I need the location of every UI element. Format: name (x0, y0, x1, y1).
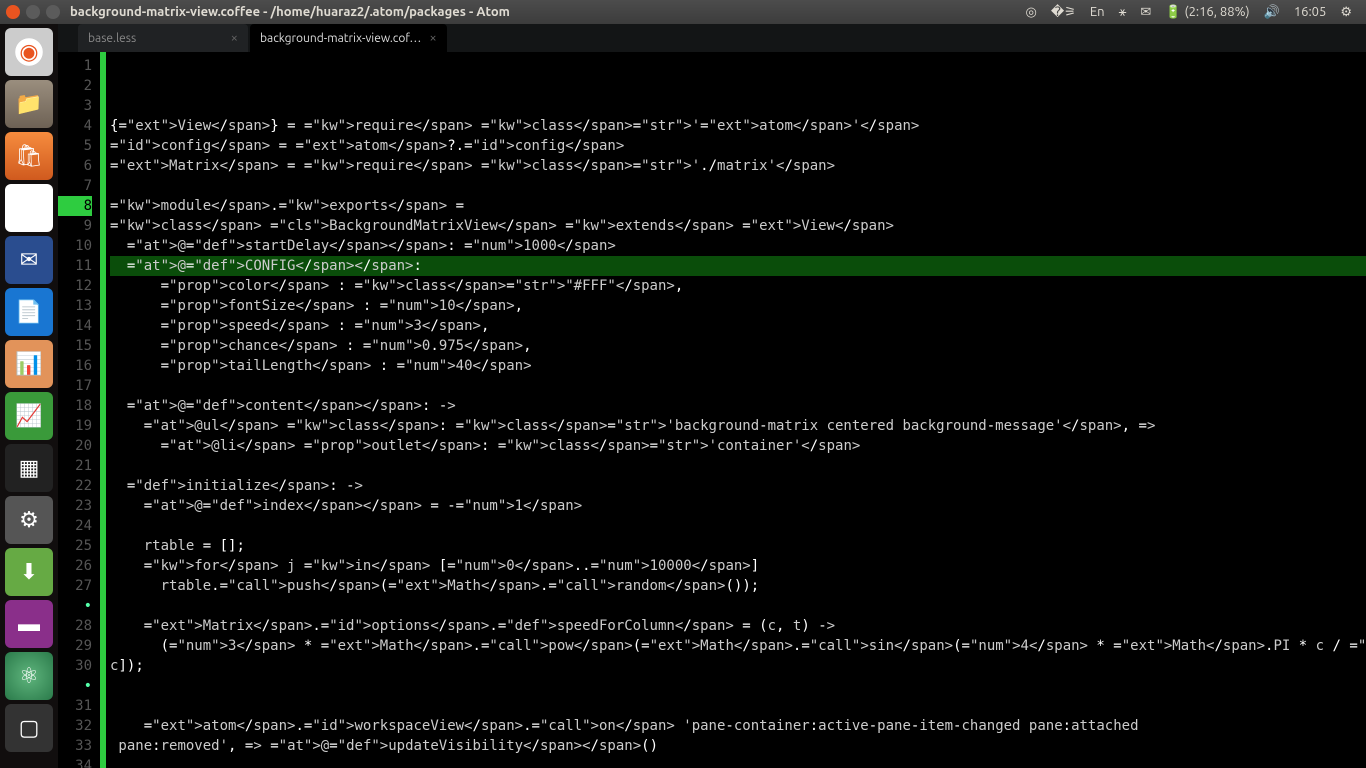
mail-icon[interactable]: ✉ (1140, 5, 1151, 20)
clock[interactable]: 16:05 (1294, 5, 1327, 19)
software-icon[interactable]: 🛍 (5, 132, 53, 180)
app-icon[interactable]: ▬ (5, 600, 53, 648)
workspace-icon[interactable]: ▦ (5, 444, 53, 492)
code-content[interactable]: {="ext">View</span>} = ="kw">require</sp… (106, 52, 1366, 768)
calc-icon[interactable]: 📈 (5, 392, 53, 440)
window-title: background-matrix-view.coffee - /home/hu… (70, 5, 510, 19)
files-icon[interactable]: 📁 (5, 80, 53, 128)
keyboard-lang[interactable]: En (1090, 5, 1105, 19)
line-gutter: 1234567891011121314151617181920212223242… (58, 52, 106, 768)
dash-icon[interactable]: ◉ (5, 28, 53, 76)
volume-icon[interactable]: 🔊 (1264, 5, 1280, 20)
impress-icon[interactable]: 📊 (5, 340, 53, 388)
tab-label: background-matrix-view.cof… (260, 32, 421, 45)
settings-icon[interactable]: ⚙ (5, 496, 53, 544)
editor-area: base.less × background-matrix-view.cof… … (58, 24, 1366, 768)
code-editor[interactable]: 1234567891011121314151617181920212223242… (58, 52, 1366, 768)
wifi-icon[interactable]: �⚞ (1051, 5, 1076, 20)
terminal-icon[interactable]: ▢ (5, 704, 53, 752)
close-icon[interactable] (6, 5, 20, 19)
settings-gear-icon[interactable]: ⚙ (1340, 5, 1352, 20)
titlebar: background-matrix-view.coffee - /home/hu… (0, 0, 1366, 24)
close-icon[interactable]: × (231, 31, 238, 45)
network-icon[interactable]: ◎ (1026, 5, 1037, 20)
tab-base-less[interactable]: base.less × (78, 24, 248, 52)
bluetooth-icon[interactable]: ⚹ (1119, 5, 1127, 20)
unity-launcher: ◉ 📁 🛍 ◉ ✉ 📄 📊 📈 ▦ ⚙ ⬇ ▬ ⚛ ▢ (0, 24, 58, 768)
minimize-icon[interactable] (26, 5, 40, 19)
atom-window: ▾ 🗀 packages ▾🗀background-matrix▾🗀lib🗎ba… (58, 24, 1366, 768)
system-tray: ◎ �⚞ En ⚹ ✉ 🔋 (2:16, 88%) 🔊 16:05 ⚙ (1026, 5, 1360, 20)
thunderbird-icon[interactable]: ✉ (5, 236, 53, 284)
atom-icon[interactable]: ⚛ (5, 652, 53, 700)
window-controls (6, 5, 60, 19)
battery-status[interactable]: 🔋 (2:16, 88%) (1165, 5, 1249, 20)
tab-background-matrix-view[interactable]: background-matrix-view.cof… × (250, 24, 447, 52)
maximize-icon[interactable] (46, 5, 60, 19)
tab-bar: base.less × background-matrix-view.cof… … (58, 24, 1366, 52)
close-icon[interactable]: × (429, 31, 436, 45)
writer-icon[interactable]: 📄 (5, 288, 53, 336)
download-icon[interactable]: ⬇ (5, 548, 53, 596)
chrome-icon[interactable]: ◉ (5, 184, 53, 232)
tab-label: base.less (88, 32, 136, 45)
